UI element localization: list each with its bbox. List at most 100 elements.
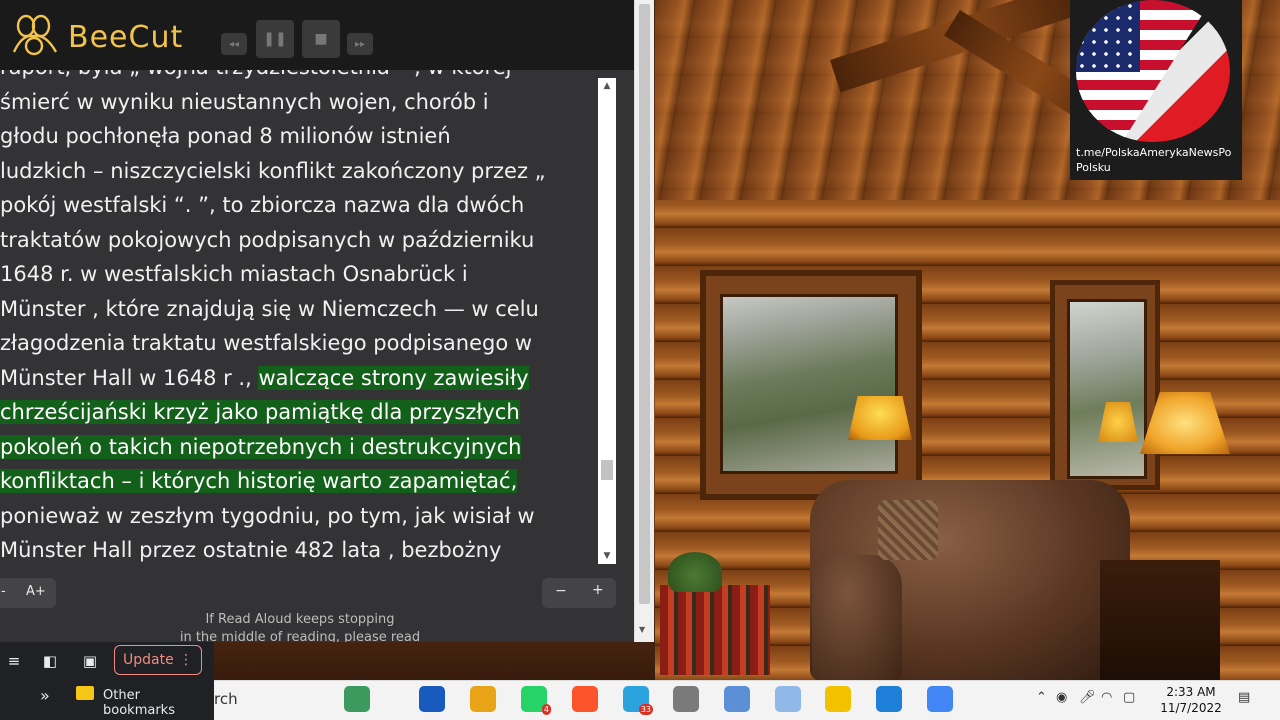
- text-line: pokój westfalski “. ”, to zbiorcza nazwa…: [0, 188, 524, 222]
- word-icon[interactable]: [419, 686, 445, 712]
- text-segment: śmierć w wyniku nieustannych wojen, chor…: [0, 89, 489, 114]
- taskbar-clock[interactable]: 2:33 AM 11/7/2022: [1152, 684, 1230, 716]
- text-scrollbar[interactable]: ▲ ▼: [598, 78, 616, 564]
- text-line: śmierć w wyniku nieustannych wojen, chor…: [0, 85, 489, 119]
- notes-icon[interactable]: [775, 686, 801, 712]
- text-segment: złagodzenia traktatu westfalskiego podpi…: [0, 331, 533, 355]
- reading-list-icon[interactable]: ≡: [4, 651, 24, 671]
- beecut-recorder-bar: BeeCut ◂◂ ❚❚ ■ ▸▸: [0, 0, 634, 70]
- text-segment: Münster Hall w 1648 r .,: [0, 365, 259, 390]
- font-increase-button[interactable]: A+: [26, 584, 46, 599]
- whatsapp-icon[interactable]: 4: [521, 686, 551, 715]
- page-scrollbar[interactable]: ▼: [634, 0, 654, 642]
- volume-icon[interactable]: ▢: [1123, 690, 1135, 705]
- text-segment: głodu pochłonęła ponad 8 milionów istnie…: [0, 124, 451, 148]
- text-scroll-thumb[interactable]: [601, 460, 613, 480]
- zoom-out-button[interactable]: −: [555, 583, 567, 599]
- text-line: konfliktach – i których historię warto z…: [0, 464, 518, 498]
- taskbar-search-box[interactable]: rch: [214, 690, 238, 708]
- rewind-button[interactable]: ◂◂: [221, 33, 247, 55]
- highlighted-text-segment: konfliktach – i których historię warto z…: [0, 469, 518, 493]
- text-segment: ponieważ w zeszłym tygodniu, po tym, jak…: [0, 503, 535, 528]
- bee-logo-icon: [12, 14, 58, 56]
- stopping-notice: If Read Aloud keeps stopping: [205, 612, 395, 627]
- text-segment: traktatów pokojowych podpisanych w paźdz…: [0, 227, 535, 252]
- zoom-in-button[interactable]: +: [592, 582, 604, 598]
- notifications-icon[interactable]: ▤: [1238, 690, 1250, 705]
- channel-link: t.me/PolskaAmerykaNewsPo Polsku: [1076, 145, 1246, 175]
- chemistry-app-icon[interactable]: [344, 686, 370, 712]
- text-segment: raport, była „ wojna trzydziestoletnia ”…: [0, 70, 512, 79]
- us-poland-flag-logo: [1076, 0, 1230, 142]
- telegram-icon[interactable]: 33: [623, 686, 653, 715]
- text-line: Münster Hall w 1648 r ., walczące strony…: [0, 361, 529, 395]
- menu-dots-icon: ⋮: [179, 652, 193, 668]
- plant: [668, 552, 722, 592]
- brave-icon[interactable]: [572, 686, 598, 712]
- highlighted-text-segment: chrześcijański krzyż jako pamiątkę dla p…: [0, 400, 520, 424]
- pause-button[interactable]: ❚❚: [256, 20, 294, 58]
- microphone-icon[interactable]: 🎤︎: [1079, 690, 1096, 705]
- text-line: raport, była „ wojna trzydziestoletnia ”…: [0, 70, 512, 84]
- other-bookmarks-link[interactable]: Other bookmarks: [103, 688, 214, 718]
- scroll-down-arrow-icon[interactable]: ▼: [598, 548, 616, 564]
- cabin-window-right: [1050, 280, 1160, 490]
- tray-overflow-icon[interactable]: ⌃: [1036, 690, 1047, 705]
- red-blanket: [660, 585, 770, 675]
- highlighted-text-segment: pokoleń o takich niepotrzebnych i destru…: [0, 434, 522, 459]
- zoom-controls: − +: [542, 578, 616, 608]
- font-size-controls: - A+: [0, 578, 56, 608]
- bookmarks-bar: » Other bookmarks: [0, 680, 214, 720]
- notepad-icon[interactable]: [724, 686, 750, 712]
- clock-date: 11/7/2022: [1160, 701, 1222, 715]
- sofa-pillow: [878, 500, 938, 560]
- page-scroll-down-icon[interactable]: ▼: [639, 625, 645, 634]
- text-line: złagodzenia traktatu westfalskiego podpi…: [0, 326, 532, 360]
- network-icon[interactable]: ◠: [1101, 690, 1112, 705]
- text-line: 1648 r. w westfalskich miastach Osnabrüc…: [0, 257, 468, 291]
- text-segment: Münster , które znajdują się w Niemczech…: [0, 296, 539, 321]
- side-table: [1100, 560, 1220, 680]
- badge-count: 4: [541, 704, 551, 715]
- read-aloud-panel: raport, była „ wojna trzydziestoletnia ”…: [0, 70, 634, 642]
- text-line: Münster , które znajdują się w Niemczech…: [0, 292, 539, 326]
- scroll-up-arrow-icon[interactable]: ▲: [598, 78, 616, 94]
- sidebar-icon[interactable]: ◧: [40, 651, 60, 671]
- file-explorer-icon[interactable]: [470, 686, 496, 712]
- text-line: ludzkich – niszczycielski konflikt zakoń…: [0, 154, 546, 188]
- text-line: pokoleń o takich niepotrzebnych i destru…: [0, 430, 522, 464]
- highlighted-text-segment: walczące strony zawiesiły: [258, 365, 529, 390]
- text-segment: Münster Hall przez ostatnie 482 lata , b…: [0, 538, 502, 562]
- text-line: Münster Hall przez ostatnie 482 lata , b…: [0, 533, 501, 564]
- bookmarks-overflow-button[interactable]: »: [40, 686, 50, 705]
- text-line: chrześcijański krzyż jako pamiątkę dla p…: [0, 395, 520, 429]
- update-button[interactable]: Update ⋮: [114, 645, 202, 675]
- paint-tool-icon[interactable]: [673, 686, 699, 712]
- text-segment: 1648 r. w westfalskich miastach Osnabrüc…: [0, 262, 468, 286]
- font-decrease-button[interactable]: -: [1, 584, 6, 599]
- media-player-icon[interactable]: [876, 686, 902, 712]
- text-line: ponieważ w zeszłym tygodniu, po tym, jak…: [0, 499, 535, 533]
- stopping-notice-continued: in the middle of reading, please read: [179, 630, 421, 642]
- beecut-brand: BeeCut: [68, 20, 184, 55]
- page-scroll-thumb[interactable]: [639, 4, 650, 604]
- forward-button[interactable]: ▸▸: [347, 33, 373, 55]
- text-line: traktatów pokojowych podpisanych w paźdz…: [0, 223, 534, 257]
- text-segment: pokój westfalski “. ”, to zbiorcza nazwa…: [0, 193, 525, 217]
- beecut-icon[interactable]: [825, 686, 851, 712]
- tray-app-icon[interactable]: ◉: [1056, 690, 1067, 705]
- text-segment: ludzkich – niszczycielski konflikt zakoń…: [0, 158, 546, 183]
- folder-icon: [76, 686, 94, 700]
- wallet-icon[interactable]: ▣: [80, 651, 100, 671]
- update-label: Update: [123, 652, 174, 668]
- channel-link-line1: t.me/PolskaAmerykaNewsPo: [1076, 146, 1232, 159]
- lamp-shade: [848, 396, 912, 440]
- chrome-icon[interactable]: [927, 686, 953, 712]
- clock-time: 2:33 AM: [1166, 685, 1216, 699]
- badge-count: 33: [638, 704, 653, 715]
- cabin-window-left: [700, 270, 922, 500]
- reading-text-area[interactable]: raport, była „ wojna trzydziestoletnia ”…: [0, 70, 598, 564]
- desktop-wallpaper: t.me/PolskaAmerykaNewsPo Polsku raport, …: [0, 0, 1280, 720]
- text-line: głodu pochłonęła ponad 8 milionów istnie…: [0, 119, 451, 153]
- stop-button[interactable]: ■: [302, 20, 340, 58]
